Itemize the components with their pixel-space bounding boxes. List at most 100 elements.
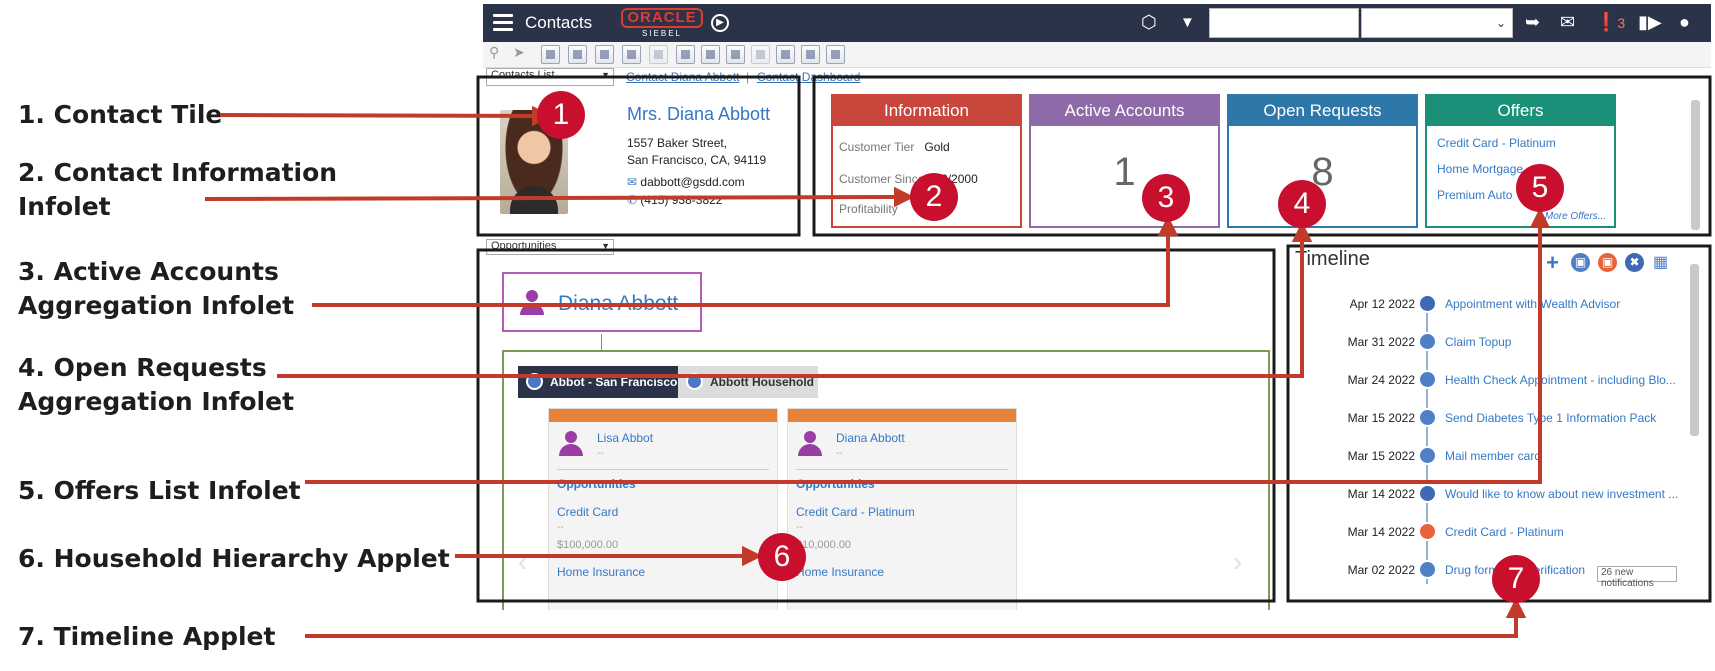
section-dropdown[interactable]: Opportunities ▼ (486, 239, 614, 255)
prev-arrow-icon[interactable]: ‹ (518, 546, 527, 578)
infolets-scrollbar[interactable] (1691, 100, 1700, 230)
member-name[interactable]: Lisa Abbot (597, 431, 653, 445)
open-requests-title: Open Requests (1229, 96, 1416, 126)
breadcrumb-separator: | (746, 70, 750, 84)
open-requests-count: 8 (1311, 150, 1334, 194)
link-icon[interactable] (726, 45, 745, 64)
email-icon: ✉ (627, 175, 638, 189)
active-accounts-infolet[interactable]: Active Accounts 1 (1029, 94, 1220, 228)
timeline-event-link[interactable]: Send Diabetes Type 1 Information Pack (1445, 411, 1656, 425)
clipboard-icon[interactable] (676, 45, 695, 64)
edit-icon[interactable] (541, 45, 560, 64)
timeline-date: Mar 15 2022 (1347, 411, 1415, 425)
share-icon[interactable]: ➥ (1525, 12, 1540, 33)
opportunity-amount: $100,000.00 (557, 539, 619, 551)
timeline-event-link[interactable]: Claim Topup (1445, 335, 1511, 349)
chart-icon[interactable] (826, 45, 845, 64)
offer-item[interactable]: Credit Card - Platinum (1437, 136, 1556, 150)
notes-icon[interactable] (801, 45, 820, 64)
document-icon (1418, 560, 1437, 579)
list-icon[interactable] (776, 45, 795, 64)
phone-icon: ✆ (627, 193, 638, 207)
callout-2: 2 (910, 173, 958, 221)
opportunity-link[interactable]: Credit Card - Platinum (796, 505, 915, 519)
contact-city: San Francisco, CA, 94119 (627, 153, 767, 167)
tools-icon[interactable]: ✖ (1625, 253, 1644, 272)
oracle-siebel-logo: ORACLE SIEBEL (621, 8, 703, 38)
offer-icon[interactable]: ▣ (1598, 253, 1617, 272)
print-icon[interactable] (649, 45, 668, 64)
video-icon[interactable]: ▮▶ (1638, 12, 1662, 33)
notification-icon[interactable]: ❗3 (1595, 12, 1625, 33)
tab-household-sf[interactable]: Abbot - San Francisco (518, 366, 678, 398)
copy-icon[interactable] (595, 45, 614, 64)
timeline-event-link[interactable]: Credit Card - Platinum (1445, 525, 1564, 539)
tools-icon (1418, 294, 1437, 313)
menu-icon[interactable] (493, 14, 513, 32)
legend-4: 4. Open Requests Aggregation Infolet (18, 353, 295, 416)
callout-5: 5 (1516, 164, 1564, 212)
timeline-title: Timeline (1295, 248, 1370, 270)
timeline-date: Mar 24 2022 (1347, 373, 1415, 387)
contact-name[interactable]: Mrs. Diana Abbott (627, 104, 770, 125)
document-icon (1418, 446, 1437, 465)
contact-email[interactable]: ✉ dabbott@gsdd.com (627, 175, 745, 189)
callout-4: 4 (1278, 180, 1326, 228)
search-scope-select[interactable]: ⌄ (1361, 8, 1513, 38)
top-bar: Contacts ORACLE SIEBEL ▶ ⬡ ▼ ⌄ ➥ ✉ ❗3 ▮▶… (483, 4, 1711, 42)
leader-line-7 (305, 612, 1518, 638)
tab-household[interactable]: Abbott Household (678, 366, 818, 398)
go-icon[interactable]: ➤ (513, 44, 525, 61)
tools-icon (1418, 484, 1437, 503)
timeline-event-link[interactable]: Mail member card (1445, 449, 1541, 463)
legend-6: 6. Household Hierarchy Applet (18, 544, 450, 573)
next-arrow-icon[interactable]: › (1233, 546, 1242, 578)
unlink-icon[interactable] (751, 45, 770, 64)
filter-icon[interactable]: ▼ (1180, 14, 1195, 31)
cube-icon[interactable]: ⬡ (1141, 12, 1157, 33)
chat-icon[interactable]: ✉ (1560, 12, 1575, 33)
legend-5: 5. Offers List Infolet (18, 476, 301, 505)
timeline-date: Mar 14 2022 (1347, 525, 1415, 539)
member-card: Diana Abbott -- Opportunities Credit Car… (787, 408, 1017, 610)
timeline-scrollbar[interactable] (1690, 264, 1699, 436)
household-root-name: Diana Abbott (558, 292, 679, 315)
information-infolet-title: Information (833, 96, 1020, 126)
siebel-screenshot: Contacts ORACLE SIEBEL ▶ ⬡ ▼ ⌄ ➥ ✉ ❗3 ▮▶… (483, 4, 1711, 610)
opportunity-link[interactable]: Credit Card (557, 505, 618, 519)
search-input[interactable] (1209, 8, 1359, 38)
calendar-icon[interactable]: ▦ (1651, 253, 1670, 272)
callout-1: 1 (537, 91, 585, 139)
forward-circle-icon[interactable]: ▶ (711, 14, 729, 32)
user-icon[interactable]: ● (1679, 12, 1690, 33)
more-offers-link[interactable]: More Offers... (1545, 211, 1606, 222)
paste-icon[interactable] (701, 45, 720, 64)
checkmark-icon[interactable] (622, 45, 641, 64)
household-root-node[interactable]: Diana Abbott (502, 272, 702, 332)
breadcrumb-dashboard[interactable]: Contact Dashboard (757, 70, 860, 84)
member-name[interactable]: Diana Abbott (836, 431, 905, 445)
contacts-list-dropdown[interactable]: Contacts List ▼ (486, 68, 614, 86)
document-icon (1418, 370, 1437, 389)
contact-street: 1557 Baker Street, (627, 136, 728, 150)
opportunity-link[interactable]: Home Insurance (796, 565, 884, 579)
offer-item[interactable]: Premium Auto (1437, 188, 1512, 202)
document-icon[interactable]: ▣ (1571, 253, 1590, 272)
opportunities-heading: Opportunities (796, 477, 875, 491)
add-icon[interactable]: + (1543, 252, 1562, 274)
active-accounts-count: 1 (1113, 150, 1136, 194)
opportunity-link[interactable]: Home Insurance (557, 565, 645, 579)
timeline-event-link[interactable]: Health Check Appointment - including Blo… (1445, 373, 1676, 387)
document-icon (1418, 408, 1437, 427)
app-title: Contacts (525, 13, 593, 32)
offer-item[interactable]: Home Mortgage (1437, 162, 1523, 176)
search-icon[interactable]: ⚲ (489, 44, 499, 61)
active-accounts-title: Active Accounts (1031, 96, 1218, 126)
new-record-icon[interactable] (568, 45, 587, 64)
new-notifications-badge[interactable]: 26 new notifications (1597, 566, 1677, 589)
legend-3: 3. Active Accounts Aggregation Infolet (18, 257, 295, 320)
timeline-event-link[interactable]: Would like to know about new investment … (1445, 487, 1678, 501)
timeline-event-link[interactable]: Appointment with Wealth Advisor (1445, 297, 1620, 311)
contact-phone[interactable]: ✆ (415) 938-3822 (627, 193, 722, 207)
breadcrumb-contact[interactable]: Contact Diana Abbott (626, 70, 739, 84)
